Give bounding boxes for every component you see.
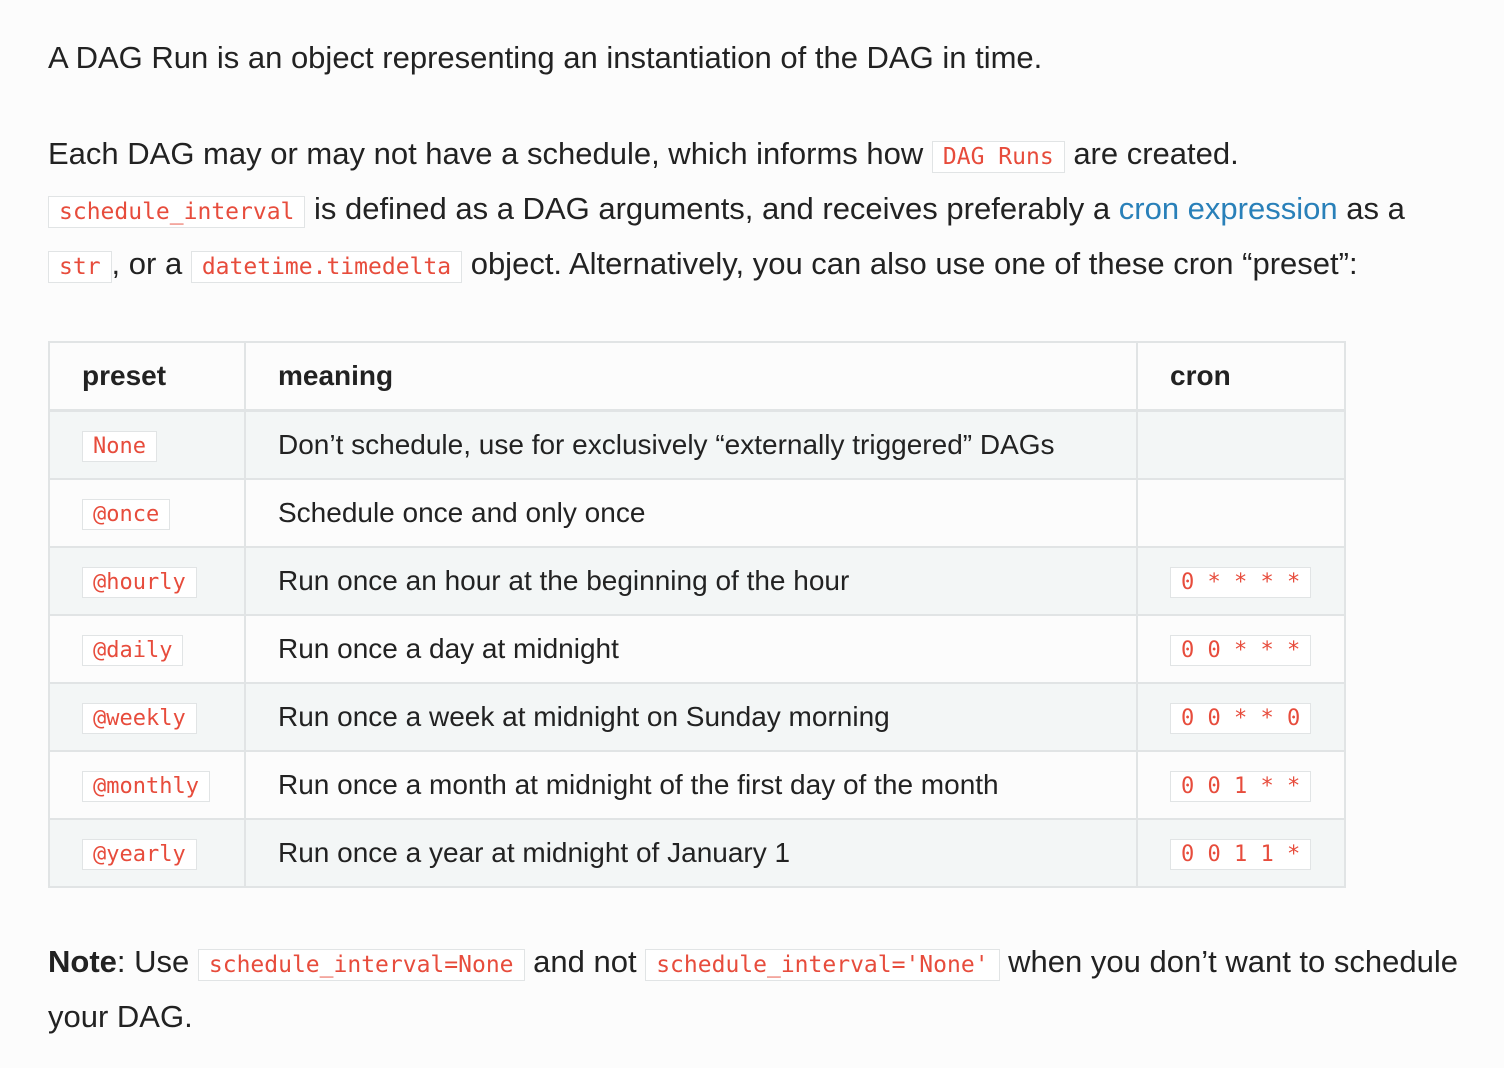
table-row: None Don’t schedule, use for exclusively… (48, 409, 1346, 480)
para-text: is defined as a DAG arguments, and recei… (314, 191, 1111, 226)
cron-code: 0 0 * * 0 (1170, 702, 1312, 734)
meaning-cell: Run once a week at midnight on Sunday mo… (244, 682, 1138, 752)
cron-code: 0 0 * * * (1170, 634, 1312, 666)
header-preset: preset (48, 341, 246, 412)
meaning-cell: Run once an hour at the beginning of the… (244, 546, 1138, 616)
meaning-cell: Run once a day at midnight (244, 614, 1138, 684)
preset-code: None (82, 430, 157, 462)
preset-code: @monthly (82, 770, 210, 802)
meaning-cell: Don’t schedule, use for exclusively “ext… (244, 409, 1138, 480)
code-dag-runs: DAG Runs (931, 141, 1065, 173)
code-schedule-none-string: schedule_interval='None' (645, 949, 1000, 981)
table-header-row: preset meaning cron (48, 341, 1346, 412)
code-schedule-interval: schedule_interval (48, 196, 306, 228)
preset-code: @once (82, 498, 171, 530)
table-row: @weekly Run once a week at midnight on S… (48, 682, 1346, 752)
note-text: and not (533, 944, 637, 979)
meaning-cell: Run once a month at midnight of the firs… (244, 750, 1138, 820)
code-timedelta: datetime.timedelta (190, 251, 463, 283)
para-text: , or a (111, 246, 183, 281)
table-row: @yearly Run once a year at midnight of J… (48, 818, 1346, 888)
para-text: Each DAG may or may not have a schedule,… (48, 136, 924, 171)
cron-code: 0 0 1 * * (1170, 770, 1312, 802)
para-text: as a (1346, 191, 1405, 226)
cron-cell (1136, 409, 1346, 480)
para-text: object. Alternatively, you can also use … (470, 246, 1358, 281)
preset-code: @weekly (82, 702, 197, 734)
intro-paragraph: A DAG Run is an object representing an i… (48, 40, 1043, 75)
preset-code: @yearly (82, 838, 197, 870)
code-schedule-none: schedule_interval=None (197, 949, 525, 981)
preset-code: @daily (82, 634, 184, 666)
doc-content: A DAG Run is an object representing an i… (48, 32, 1458, 1043)
note-label: Note (48, 944, 117, 979)
header-meaning: meaning (244, 341, 1138, 412)
preset-table: preset meaning cron None Don’t schedule,… (48, 341, 1346, 888)
table-row: @hourly Run once an hour at the beginnin… (48, 546, 1346, 616)
table-row: @once Schedule once and only once (48, 478, 1346, 548)
table-row: @daily Run once a day at midnight 0 0 * … (48, 614, 1346, 684)
table-row: @monthly Run once a month at midnight of… (48, 750, 1346, 820)
cron-cell (1136, 478, 1346, 548)
header-cron: cron (1136, 341, 1346, 412)
code-str: str (48, 251, 112, 283)
cron-code: 0 0 1 1 * (1170, 838, 1312, 870)
cron-code: 0 * * * * (1170, 566, 1312, 598)
cron-expression-link[interactable]: cron expression (1119, 191, 1338, 226)
schedule-paragraph: Each DAG may or may not have a schedule,… (48, 128, 1458, 293)
note-text: : Use (116, 944, 190, 979)
meaning-cell: Run once a year at midnight of January 1 (244, 818, 1138, 888)
preset-code: @hourly (82, 566, 197, 598)
meaning-cell: Schedule once and only once (244, 478, 1138, 548)
note-paragraph: Note: Use schedule_interval=None and not… (48, 936, 1458, 1043)
para-text: are created. (1073, 136, 1239, 171)
